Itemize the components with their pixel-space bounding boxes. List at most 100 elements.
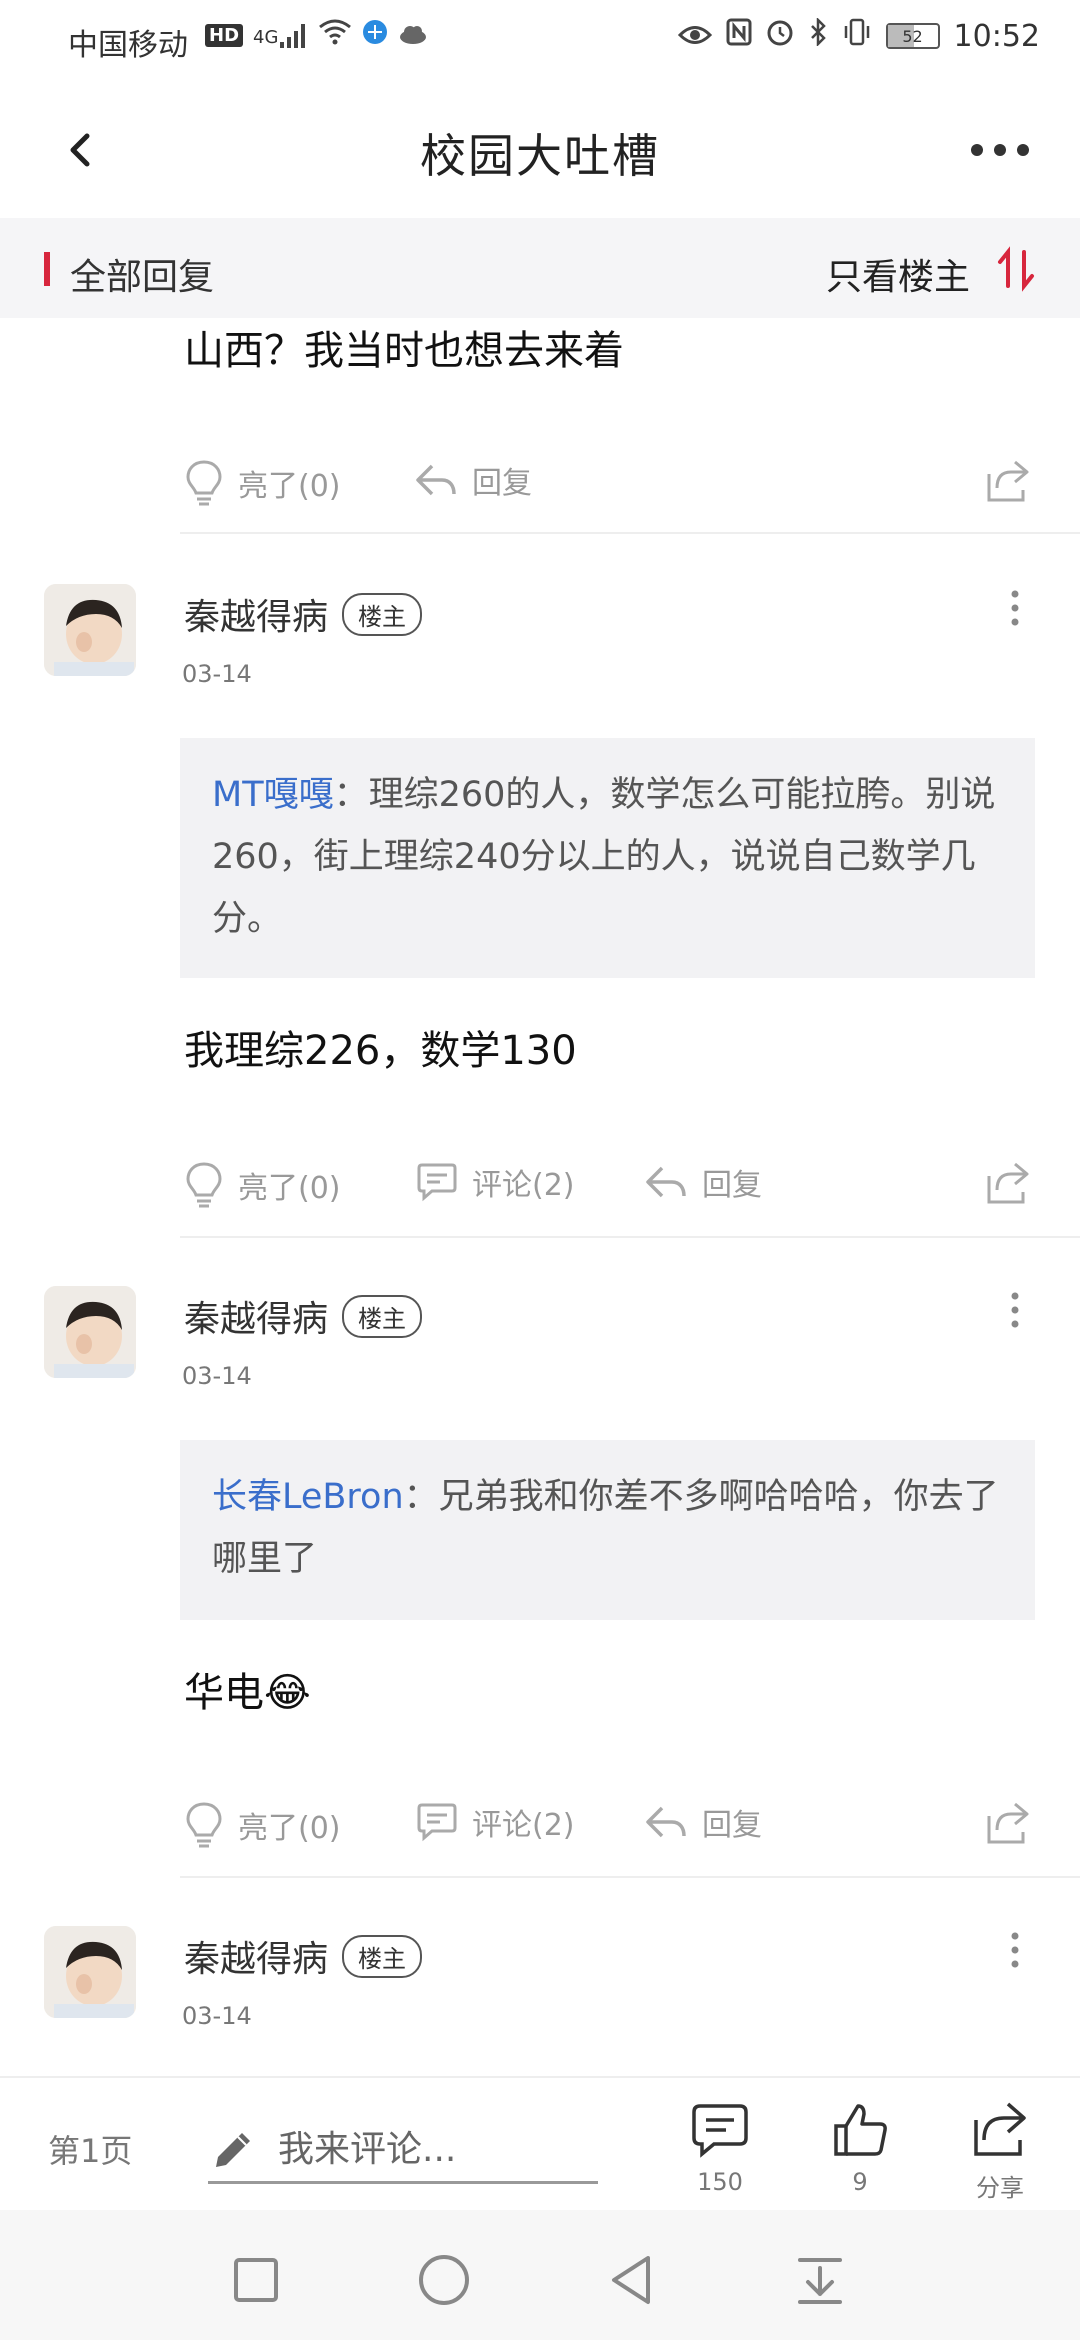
reply-arrow-icon	[646, 1806, 686, 1838]
reply-button[interactable]: 回复	[644, 1800, 762, 1844]
nfc-icon	[726, 18, 752, 54]
lightbulb-icon	[186, 1802, 222, 1848]
post-options-button[interactable]	[1000, 1286, 1030, 1336]
avatar[interactable]	[44, 584, 136, 676]
reply-arrow-icon	[416, 464, 456, 496]
back-nav-button[interactable]	[602, 2250, 662, 2310]
recent-apps-button[interactable]	[226, 2250, 286, 2310]
like-count: 9	[852, 2168, 868, 2196]
comment-label: 评论(2)	[472, 1168, 575, 1203]
lightbulb-icon	[186, 1162, 222, 1208]
signal-icon: 4G	[253, 23, 308, 48]
reply-button[interactable]: 回复	[414, 458, 532, 502]
battery-level: 52	[902, 26, 923, 46]
reply-arrow-icon	[646, 1166, 686, 1198]
eye-icon	[677, 19, 712, 54]
reply-label: 回复	[702, 1808, 762, 1843]
comment-bubble-icon	[417, 1163, 457, 1202]
like-button[interactable]: 亮了(0)	[184, 458, 341, 508]
sort-button[interactable]	[992, 246, 1042, 292]
avatar[interactable]	[44, 1286, 136, 1378]
comment-count: 150	[697, 2168, 743, 2196]
comments-button[interactable]: 150	[670, 2100, 770, 2196]
comment-bubble-icon	[692, 2104, 748, 2158]
share-button[interactable]	[985, 458, 1031, 504]
owner-badge: 楼主	[342, 1294, 423, 1338]
more-vertical-icon	[1011, 1932, 1019, 1968]
username[interactable]: 秦越得病	[184, 588, 328, 640]
reply-button[interactable]: 回复	[644, 1160, 762, 1204]
like-label: 亮了(0)	[238, 469, 341, 504]
comment-bubble-icon	[417, 1803, 457, 1842]
home-button[interactable]	[414, 2250, 474, 2310]
page-title: 校园大吐槽	[420, 129, 660, 183]
comment-input[interactable]	[278, 2129, 578, 2170]
thumbs-up-button[interactable]: 9	[810, 2100, 910, 2196]
more-vertical-icon	[1011, 1292, 1019, 1328]
section-indicator	[44, 252, 50, 286]
page-indicator[interactable]: 第1页	[48, 2126, 132, 2172]
alarm-icon	[766, 18, 794, 54]
comment-button[interactable]: 评论(2)	[416, 1160, 575, 1204]
more-vertical-icon	[1011, 590, 1019, 626]
quoted-reply[interactable]: MT嘎嘎：理综260的人，数学怎么可能拉胯。别说260，街上理综240分以上的人…	[180, 738, 1035, 978]
share-icon	[987, 460, 1029, 502]
username[interactable]: 秦越得病	[184, 1290, 328, 1342]
clock-time: 10:52	[953, 18, 1040, 54]
reply-label: 回复	[472, 466, 532, 501]
network-type: 4G	[253, 26, 279, 48]
more-options-button[interactable]	[965, 130, 1035, 170]
sort-icon	[998, 246, 1034, 292]
reply-filter-bar: 全部回复 只看楼主	[0, 218, 1080, 318]
user-name-row: 秦越得病 楼主	[184, 1930, 423, 1982]
share-icon	[974, 2102, 1026, 2156]
post-options-button[interactable]	[1000, 1926, 1030, 1976]
carrier-name: 中国移动	[68, 28, 188, 63]
owner-badge: 楼主	[342, 592, 423, 636]
like-button[interactable]: 亮了(0)	[184, 1160, 341, 1210]
pull-down-icon	[798, 2258, 842, 2304]
browser-icon	[362, 18, 388, 53]
avatar[interactable]	[44, 1926, 136, 2018]
post-body: 华电😂	[184, 1670, 311, 1716]
owner-badge: 楼主	[342, 1934, 423, 1978]
comment-button[interactable]: 评论(2)	[416, 1800, 575, 1844]
quoted-reply[interactable]: 长春LeBron：兄弟我和你差不多啊哈哈哈，你去了哪里了	[180, 1440, 1035, 1620]
post-date: 03-14	[182, 2002, 252, 2030]
all-replies-tab[interactable]: 全部回复	[70, 248, 214, 300]
more-horizontal-icon	[971, 144, 1029, 156]
divider	[180, 532, 1080, 534]
only-owner-toggle[interactable]: 只看楼主	[826, 248, 970, 300]
post-date: 03-14	[182, 660, 252, 688]
like-label: 亮了(0)	[238, 1811, 341, 1846]
hd-badge: HD	[205, 24, 244, 47]
comment-input-wrapper[interactable]	[208, 2118, 598, 2184]
share-bottom-button[interactable]: 分享	[950, 2100, 1050, 2203]
user-name-row: 秦越得病 楼主	[184, 1290, 423, 1342]
quoted-user-name[interactable]: MT嘎嘎	[212, 775, 334, 815]
reply-label: 回复	[702, 1168, 762, 1203]
status-right-icons: 52 10:52	[677, 16, 1040, 54]
status-bar: 中国移动 HD 4G 52 10:52	[0, 0, 1080, 80]
user-name-row: 秦越得病 楼主	[184, 588, 423, 640]
lightbulb-icon	[186, 460, 222, 506]
battery-icon: 52	[885, 23, 940, 49]
username[interactable]: 秦越得病	[184, 1930, 328, 1982]
bottom-action-bar: 第1页 150 9 分享	[0, 2076, 1080, 2210]
like-button[interactable]: 亮了(0)	[184, 1800, 341, 1850]
quoted-user-name[interactable]: 长春LeBron	[212, 1477, 404, 1517]
share-label: 分享	[976, 2174, 1024, 2202]
cloud-icon	[398, 18, 428, 53]
post-actions: 亮了(0) 回复	[180, 458, 1040, 548]
thumbs-up-icon	[834, 2104, 887, 2156]
share-button[interactable]	[985, 1160, 1031, 1206]
divider	[180, 1236, 1080, 1238]
status-left-icons: HD 4G	[205, 18, 428, 53]
top-header: 校园大吐槽	[0, 80, 1080, 218]
circle-icon	[419, 2255, 469, 2305]
post-options-button[interactable]	[1000, 584, 1030, 634]
post-body: 我理综226，数学130	[184, 1028, 577, 1074]
share-button[interactable]	[985, 1800, 1031, 1846]
vibrate-icon	[842, 18, 872, 54]
notification-pull-button[interactable]	[790, 2250, 850, 2310]
